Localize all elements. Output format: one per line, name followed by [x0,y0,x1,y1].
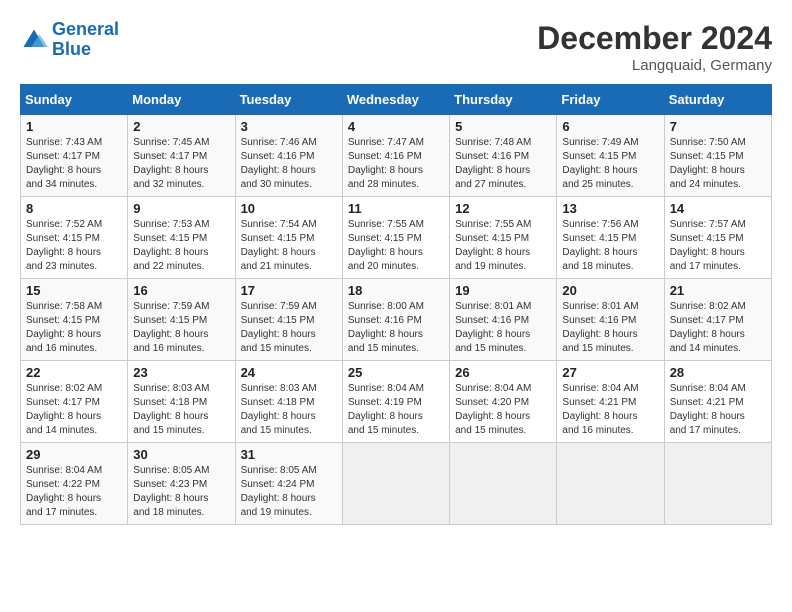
day-5: 5Sunrise: 7:48 AMSunset: 4:16 PMDaylight… [450,115,557,197]
day-21: 21Sunrise: 8:02 AMSunset: 4:17 PMDayligh… [664,279,771,361]
calendar-table: Sunday Monday Tuesday Wednesday Thursday… [20,84,772,525]
empty-cell [342,443,449,525]
calendar-week-4: 29Sunrise: 8:04 AMSunset: 4:22 PMDayligh… [21,443,772,525]
day-27: 27Sunrise: 8:04 AMSunset: 4:21 PMDayligh… [557,361,664,443]
header-friday: Friday [557,85,664,115]
day-19: 19Sunrise: 8:01 AMSunset: 4:16 PMDayligh… [450,279,557,361]
logo-general: General [52,19,119,39]
calendar-week-3: 22Sunrise: 8:02 AMSunset: 4:17 PMDayligh… [21,361,772,443]
day-10: 10Sunrise: 7:54 AMSunset: 4:15 PMDayligh… [235,197,342,279]
day-20: 20Sunrise: 8:01 AMSunset: 4:16 PMDayligh… [557,279,664,361]
day-4: 4Sunrise: 7:47 AMSunset: 4:16 PMDaylight… [342,115,449,197]
logo: General Blue [20,20,119,60]
day-30: 30Sunrise: 8:05 AMSunset: 4:23 PMDayligh… [128,443,235,525]
day-25: 25Sunrise: 8:04 AMSunset: 4:19 PMDayligh… [342,361,449,443]
day-12: 12Sunrise: 7:55 AMSunset: 4:15 PMDayligh… [450,197,557,279]
header-saturday: Saturday [664,85,771,115]
calendar-week-0: 1Sunrise: 7:43 AMSunset: 4:17 PMDaylight… [21,115,772,197]
day-2: 2Sunrise: 7:45 AMSunset: 4:17 PMDaylight… [128,115,235,197]
day-14: 14Sunrise: 7:57 AMSunset: 4:15 PMDayligh… [664,197,771,279]
logo-blue: Blue [52,39,91,59]
page-header: General Blue December 2024 Langquaid, Ge… [20,20,772,74]
day-31: 31Sunrise: 8:05 AMSunset: 4:24 PMDayligh… [235,443,342,525]
day-17: 17Sunrise: 7:59 AMSunset: 4:15 PMDayligh… [235,279,342,361]
days-header-row: Sunday Monday Tuesday Wednesday Thursday… [21,85,772,115]
calendar-week-1: 8Sunrise: 7:52 AMSunset: 4:15 PMDaylight… [21,197,772,279]
header-wednesday: Wednesday [342,85,449,115]
day-7: 7Sunrise: 7:50 AMSunset: 4:15 PMDaylight… [664,115,771,197]
title-block: December 2024 Langquaid, Germany [537,20,772,74]
location-subtitle: Langquaid, Germany [537,57,772,74]
header-thursday: Thursday [450,85,557,115]
empty-cell [450,443,557,525]
empty-cell [664,443,771,525]
month-year-title: December 2024 [537,20,772,57]
day-16: 16Sunrise: 7:59 AMSunset: 4:15 PMDayligh… [128,279,235,361]
day-8: 8Sunrise: 7:52 AMSunset: 4:15 PMDaylight… [21,197,128,279]
day-24: 24Sunrise: 8:03 AMSunset: 4:18 PMDayligh… [235,361,342,443]
day-22: 22Sunrise: 8:02 AMSunset: 4:17 PMDayligh… [21,361,128,443]
logo-text: General Blue [52,20,119,60]
day-26: 26Sunrise: 8:04 AMSunset: 4:20 PMDayligh… [450,361,557,443]
day-11: 11Sunrise: 7:55 AMSunset: 4:15 PMDayligh… [342,197,449,279]
day-3: 3Sunrise: 7:46 AMSunset: 4:16 PMDaylight… [235,115,342,197]
empty-cell [557,443,664,525]
day-18: 18Sunrise: 8:00 AMSunset: 4:16 PMDayligh… [342,279,449,361]
header-tuesday: Tuesday [235,85,342,115]
day-15: 15Sunrise: 7:58 AMSunset: 4:15 PMDayligh… [21,279,128,361]
day-29: 29Sunrise: 8:04 AMSunset: 4:22 PMDayligh… [21,443,128,525]
header-monday: Monday [128,85,235,115]
day-6: 6Sunrise: 7:49 AMSunset: 4:15 PMDaylight… [557,115,664,197]
day-9: 9Sunrise: 7:53 AMSunset: 4:15 PMDaylight… [128,197,235,279]
day-1: 1Sunrise: 7:43 AMSunset: 4:17 PMDaylight… [21,115,128,197]
day-23: 23Sunrise: 8:03 AMSunset: 4:18 PMDayligh… [128,361,235,443]
header-sunday: Sunday [21,85,128,115]
day-28: 28Sunrise: 8:04 AMSunset: 4:21 PMDayligh… [664,361,771,443]
logo-icon [20,26,48,54]
calendar-week-2: 15Sunrise: 7:58 AMSunset: 4:15 PMDayligh… [21,279,772,361]
day-13: 13Sunrise: 7:56 AMSunset: 4:15 PMDayligh… [557,197,664,279]
